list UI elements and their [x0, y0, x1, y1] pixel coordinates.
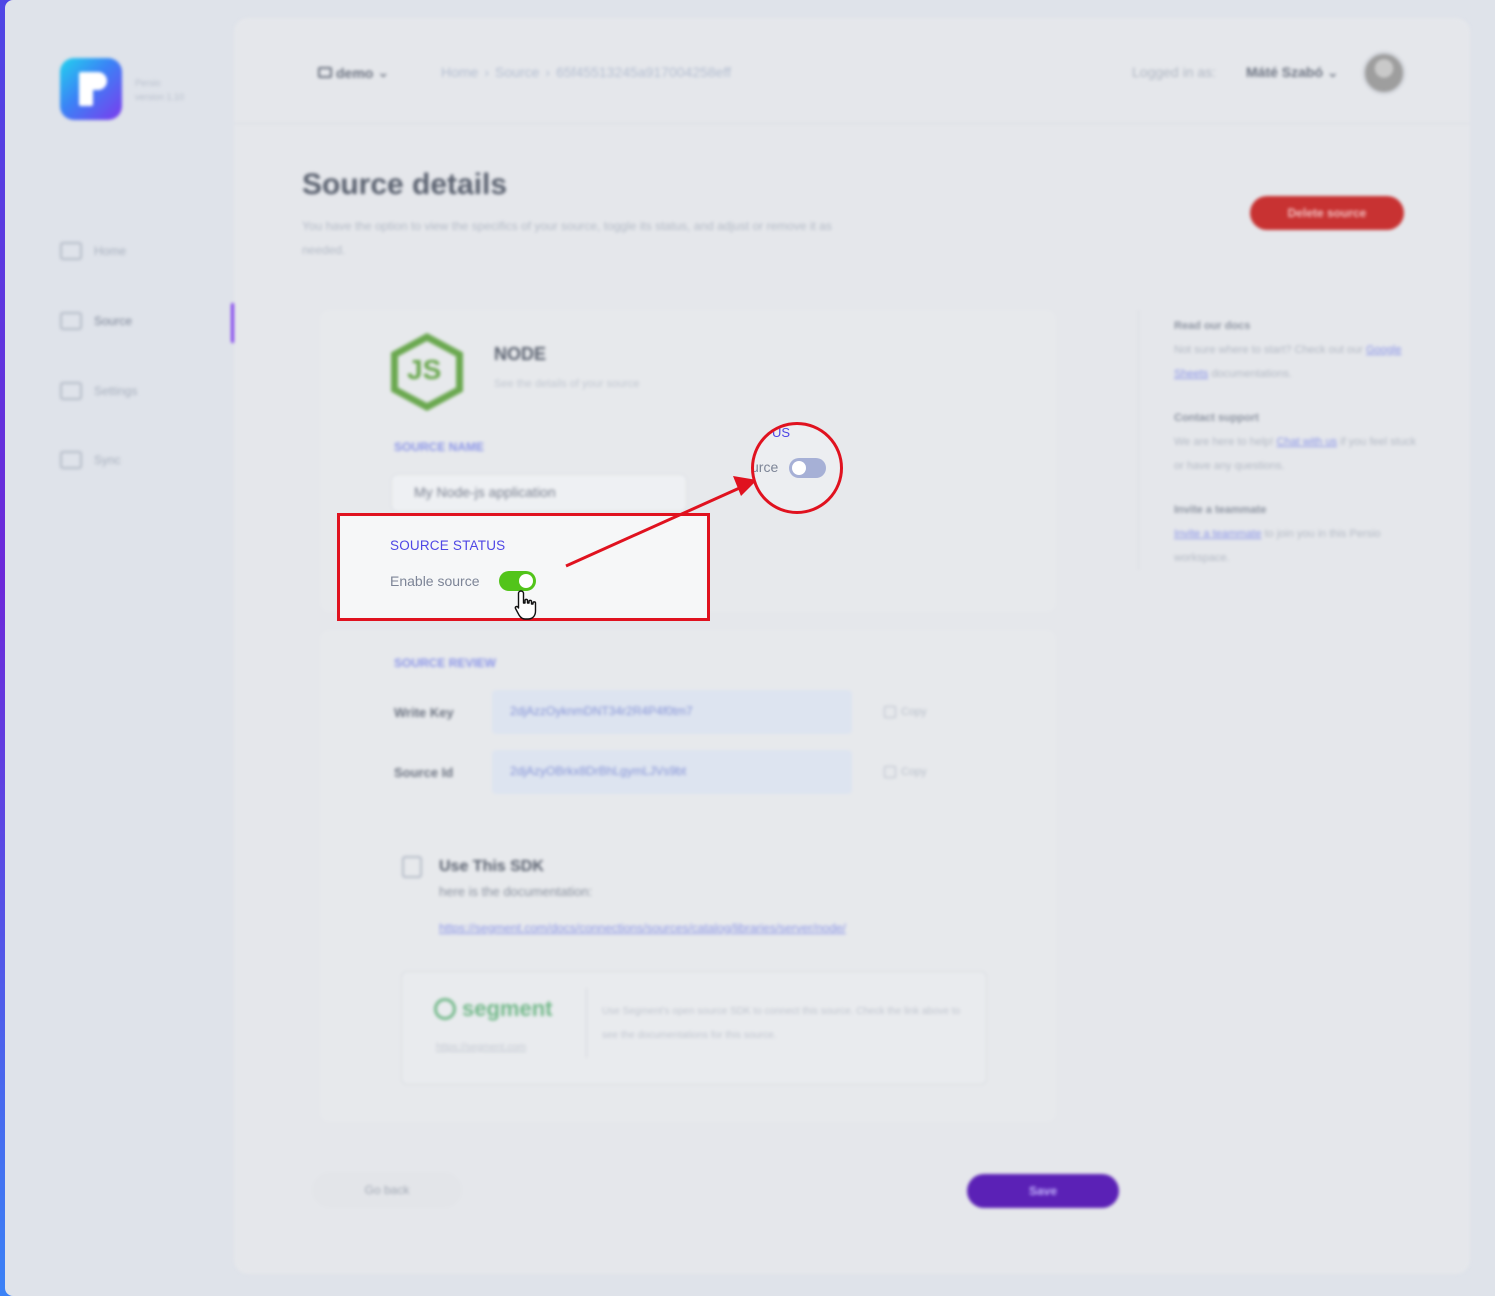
save-button[interactable]: Save [967, 1174, 1119, 1208]
segment-url[interactable]: https://segment.com [436, 1042, 526, 1053]
page-title: Source details [302, 168, 508, 201]
zoom-status-fragment: US [772, 425, 791, 440]
sidebar-item-home[interactable]: Home [60, 242, 126, 260]
toggle-knob [519, 574, 533, 588]
sidebar-item-source[interactable]: Source [60, 312, 132, 330]
sidebar-item-sync[interactable]: Sync [60, 451, 121, 469]
docs-title: Read our docs [1174, 320, 1251, 332]
sidebar-item-label: Sync [94, 453, 121, 467]
invite-title: Invite a teammate [1174, 504, 1267, 516]
page-subtitle: You have the option to view the specific… [302, 219, 832, 257]
breadcrumb-separator: › [545, 64, 551, 80]
segment-description: Use Segment's open source SDK to connect… [602, 1006, 961, 1041]
logged-in-label: Logged in as: [1132, 64, 1217, 80]
user-menu[interactable]: Máté Szabó ⌄ [1246, 64, 1339, 81]
source-icon [60, 312, 82, 330]
enable-source-label: Enable source [390, 573, 480, 589]
support-text: We are here to help! [1174, 436, 1274, 448]
docs-text: Not sure where to start? Check out our [1174, 344, 1363, 356]
write-key-label: Write Key [394, 705, 454, 720]
disabled-toggle[interactable] [789, 458, 826, 478]
breadcrumb-source[interactable]: Source [495, 64, 539, 80]
sidebar-item-label: Home [94, 244, 127, 258]
workspace-selector[interactable]: demo ⌄ [318, 64, 389, 81]
sidebar-item-label: Source [94, 314, 133, 328]
sdk-title: Use This SDK [439, 858, 544, 875]
source-review-label: SOURCE REVIEW [394, 656, 497, 670]
copy-label: Copy [901, 766, 927, 778]
breadcrumb-home[interactable]: Home [441, 64, 478, 80]
enable-source-toggle[interactable] [499, 571, 536, 591]
sdk-subtitle: here is the documentation: [439, 884, 593, 899]
hand-cursor-icon [514, 590, 537, 620]
nodejs-logo-text: JS [407, 354, 442, 385]
source-status-highlight: SOURCE STATUS Enable source [337, 513, 710, 621]
persio-logo[interactable] [60, 58, 122, 120]
support-title: Contact support [1174, 412, 1259, 424]
copy-icon [884, 766, 896, 778]
workspace-name: demo [336, 64, 374, 81]
settings-icon [60, 382, 82, 400]
help-column: Read our docs Not sure where to start? C… [1174, 314, 1424, 570]
go-back-button[interactable]: Go back [312, 1172, 462, 1208]
copy-write-key-button[interactable]: Copy [884, 706, 927, 718]
chevron-down-icon: ⌄ [1326, 64, 1339, 80]
app-meta: Persio version 1.10 [135, 76, 184, 104]
copy-icon [884, 706, 896, 718]
delete-source-button[interactable]: Delete source [1250, 196, 1404, 230]
zoom-enable-fragment: urce [751, 459, 779, 475]
blurred-background: Persio version 1.10 Home Source Settings… [5, 0, 1495, 1296]
source-name-label: SOURCE NAME [394, 440, 485, 454]
chevron-down-icon: ⌄ [377, 64, 390, 80]
source-name-input[interactable]: My Node-js application [391, 474, 687, 512]
segment-logo: segment [434, 996, 552, 1022]
invite-link[interactable]: Invite a teammate [1174, 528, 1261, 540]
segment-name: segment [462, 996, 553, 1021]
folder-icon [318, 67, 332, 78]
sidebar-item-settings[interactable]: Settings [60, 382, 137, 400]
copy-source-id-button[interactable]: Copy [884, 766, 927, 778]
source-status-label: SOURCE STATUS [390, 538, 506, 553]
app-name: Persio [135, 78, 161, 88]
sdk-docs-link[interactable]: https://segment.com/docs/connections/sou… [439, 921, 846, 935]
source-type-subtitle: See the details of your source [494, 378, 640, 390]
write-key-field[interactable]: 2djAzzOyknmDNT34r2R4P4f0tm7 [492, 690, 852, 734]
source-id-label: Source Id [394, 765, 454, 780]
breadcrumb-id: 65f45513245a917004258eff [556, 64, 731, 80]
chat-link[interactable]: Chat with us [1277, 436, 1338, 448]
sync-icon [60, 451, 82, 469]
divider [1138, 310, 1139, 570]
zoom-callout: US urce [751, 422, 843, 514]
top-bar: demo ⌄ Home › Source › 65f45513245a91700… [234, 18, 1470, 124]
avatar[interactable] [1362, 51, 1406, 95]
app-version: version 1.10 [135, 92, 185, 102]
toggle-knob [792, 461, 806, 475]
document-icon [402, 856, 422, 878]
user-name: Máté Szabó [1246, 64, 1324, 80]
divider [586, 988, 587, 1058]
home-icon [60, 242, 82, 260]
docs-tail: documentations. [1211, 368, 1293, 380]
main-panel: demo ⌄ Home › Source › 65f45513245a91700… [234, 18, 1470, 1274]
copy-label: Copy [901, 706, 927, 718]
segment-icon [434, 998, 456, 1020]
source-id-field[interactable]: 2djAzyOBrkx8DrBhLgymLJVs9bt [492, 750, 852, 794]
breadcrumb: Home › Source › 65f45513245a917004258eff [441, 64, 731, 80]
source-type-name: NODE [494, 344, 547, 364]
breadcrumb-separator: › [484, 64, 490, 80]
app-window: Persio version 1.10 Home Source Settings… [5, 0, 1495, 1296]
sidebar-item-label: Settings [94, 384, 138, 398]
